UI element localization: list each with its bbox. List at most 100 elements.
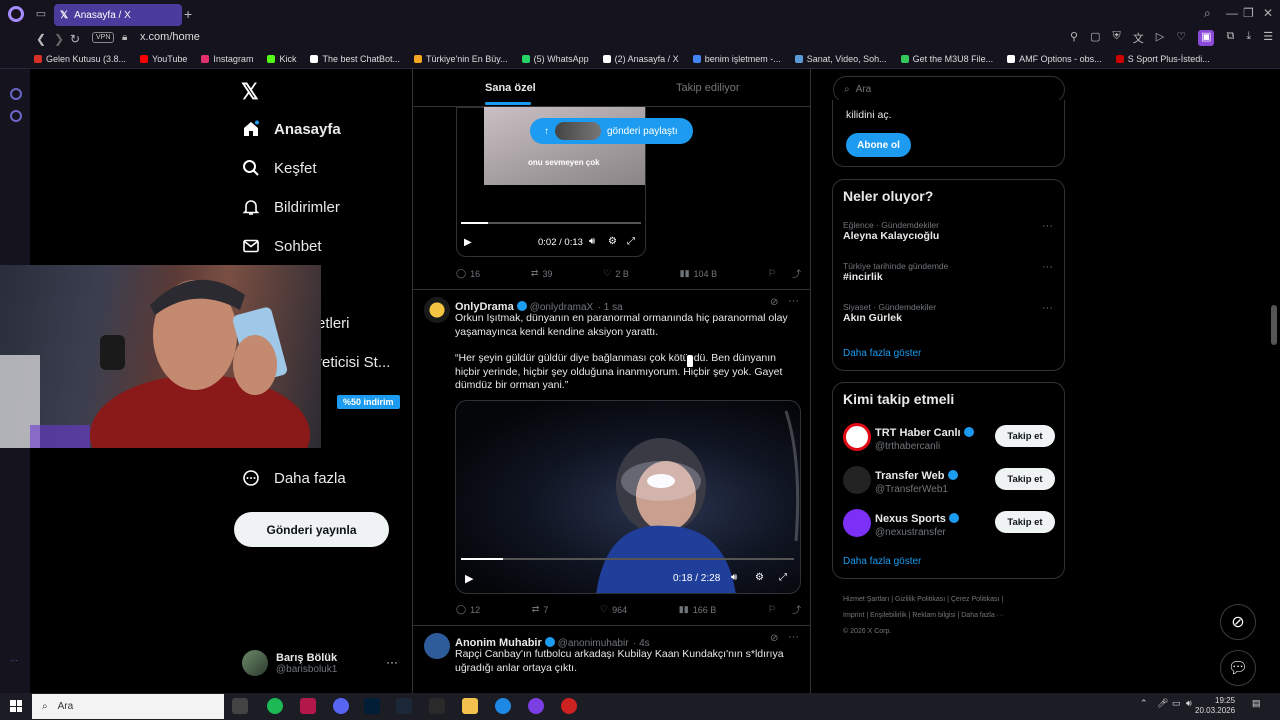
obs-icon[interactable] (528, 698, 544, 714)
windows-start-icon[interactable] (10, 700, 22, 712)
follow-button[interactable]: Takip et (995, 468, 1055, 490)
tab-for-you[interactable]: Sana özel (485, 82, 536, 94)
taskbar-search-input[interactable]: Ara (58, 701, 74, 712)
subscribe-button[interactable]: Abone ol (846, 133, 911, 157)
edge-icon[interactable] (495, 698, 511, 714)
bookmark-button[interactable]: ⚐ ⤴ (768, 267, 801, 280)
play-icon[interactable]: ▷ (1156, 30, 1164, 46)
photoshop-icon[interactable] (364, 698, 380, 714)
nav-notifications[interactable]: Bildirimler (242, 198, 340, 216)
post3-avatar[interactable] (424, 633, 450, 659)
fullscreen-icon[interactable]: ⤢ (779, 572, 787, 583)
extension-active-icon[interactable]: ▣ (1198, 30, 1215, 46)
follow-button[interactable]: Takip et (995, 425, 1055, 447)
suggestion-avatar[interactable] (843, 466, 871, 494)
notifications-icon[interactable]: ▤ (1252, 698, 1261, 709)
play-icon[interactable]: ▶ (465, 572, 473, 585)
follow-button[interactable]: Takip et (995, 511, 1055, 533)
download-icon[interactable]: ⤓ (1246, 30, 1251, 46)
bookmark[interactable]: Get the M3U8 File... (900, 54, 993, 64)
taskbar-clock[interactable]: 19:25 20.03.2026 (1195, 696, 1235, 716)
new-tab-button[interactable]: + (184, 6, 192, 22)
bookmark[interactable]: (5) WhatsApp (521, 54, 589, 64)
spotify-icon[interactable] (267, 698, 283, 714)
trend-more-icon[interactable]: ··· (1042, 302, 1053, 314)
reload-icon[interactable]: ↻ (70, 32, 80, 46)
post-button[interactable]: Gönderi yayınla (234, 512, 389, 547)
snapshot-icon[interactable]: ▢ (1090, 30, 1100, 46)
steam-icon[interactable] (396, 698, 412, 714)
play-icon[interactable]: ▶ (464, 237, 472, 248)
post2-video-scrubber[interactable] (461, 558, 794, 560)
post3-more-icon[interactable]: ··· (788, 631, 799, 643)
file-explorer-icon[interactable] (462, 698, 478, 714)
trend-item[interactable]: Türkiye tarihinde gündemde #incirlik (843, 261, 948, 283)
repost-button[interactable]: ⇄ 7 (532, 603, 549, 616)
like-button[interactable]: ♡ 964 (600, 603, 627, 616)
nav-creator-partial[interactable]: reticisi St... (317, 354, 390, 371)
follow-show-more[interactable]: Daha fazla göster (843, 556, 921, 567)
bookmark[interactable]: (2) Anasayfa / X (602, 54, 679, 64)
opera-icon[interactable] (561, 698, 577, 714)
epic-games-icon[interactable] (429, 698, 445, 714)
bookmark[interactable]: Türkiye'nin En Büy... (414, 54, 508, 64)
bookmark[interactable]: AMF Options - obs... (1007, 54, 1102, 64)
nav-messages[interactable]: Sohbet (242, 237, 322, 255)
settings-icon[interactable]: ⚙ (755, 572, 764, 583)
tab-switcher-icon[interactable]: ▭ (34, 7, 48, 21)
post1-video-scrubber[interactable] (461, 222, 641, 224)
taskbar-search[interactable]: ⌕ Ara (32, 694, 224, 719)
account-switcher[interactable]: Barış Bölük @barisboluk1 (242, 650, 337, 676)
search-tabs-icon[interactable]: ⌕ (1204, 6, 1211, 21)
nav-explore[interactable]: Keşfet (242, 159, 317, 177)
new-posts-pill[interactable]: ↑ gönderi paylaştı (530, 118, 693, 144)
trends-show-more[interactable]: Daha fazla göster (843, 348, 921, 359)
footer-line[interactable]: Hizmet Şartları | Gizlilik Politikası | … (843, 592, 1063, 608)
views-button[interactable]: ▮▮ 104 B (680, 267, 717, 280)
account-menu-icon[interactable]: ··· (386, 655, 398, 669)
volume-icon[interactable]: 🔊︎ (731, 572, 737, 583)
task-view-icon[interactable] (232, 698, 248, 714)
pin-icon[interactable]: ⚲ (1070, 30, 1078, 46)
search-input[interactable]: Ara (856, 84, 872, 95)
suggestion-item[interactable]: Nexus Sports @nexustransfer (875, 509, 962, 538)
post2-more-icon[interactable]: ··· (788, 295, 799, 307)
nav-bookmarks-partial[interactable]: etleri (317, 315, 350, 332)
settings-icon[interactable]: ⚙ (608, 236, 617, 247)
sidebar-settings-icon[interactable] (10, 110, 22, 122)
tray-chevron-icon[interactable]: ⌃ (1140, 698, 1148, 709)
puzzle-icon[interactable]: ⧉ (1226, 30, 1234, 46)
share-icon[interactable]: ⤴ (792, 267, 801, 280)
trend-more-icon[interactable]: ··· (1042, 220, 1053, 232)
minimize-button[interactable]: — (1226, 6, 1238, 20)
sidebar-history-icon[interactable] (10, 88, 22, 100)
grok-icon[interactable]: ⊘ (770, 297, 778, 308)
menu-icon[interactable]: ☰ (1263, 30, 1273, 46)
sidebar-more-icon[interactable]: ··· (10, 656, 18, 665)
shield-icon[interactable]: ⛨ (1112, 30, 1120, 46)
like-button[interactable]: ♡ 2 B (603, 267, 629, 280)
post2-avatar[interactable] (424, 297, 450, 323)
bookmark[interactable]: Kick (267, 54, 296, 64)
nav-home[interactable]: Anasayfa (242, 120, 341, 138)
bookmark[interactable]: Instagram (201, 54, 253, 64)
trend-item[interactable]: Siyaset · Gündemdekiler Akın Gürlek (843, 302, 936, 324)
tab-following[interactable]: Takip ediliyor (676, 82, 740, 94)
volume-icon[interactable]: 🔊︎ (1186, 698, 1192, 709)
page-scrollbar[interactable] (1271, 305, 1277, 345)
share-icon[interactable]: ⤴ (792, 603, 801, 616)
volume-icon[interactable]: 🔊︎ (589, 236, 595, 247)
messages-fab-icon[interactable]: 💬︎ (1220, 650, 1256, 686)
suggestion-avatar[interactable] (843, 509, 871, 537)
repost-button[interactable]: ⇄ 39 (531, 267, 553, 280)
views-button[interactable]: ▮▮ 166 B (679, 603, 716, 616)
post2-video[interactable] (455, 400, 801, 594)
search-box[interactable]: ⌕ Ara (833, 76, 1065, 103)
bookmark[interactable]: Gelen Kutusu (3.8... (34, 54, 126, 64)
grok-icon[interactable]: ⊘ (770, 633, 778, 644)
browser-tab-active[interactable]: 𝕏 Anasayfa / X (54, 4, 182, 26)
opera-logo-icon[interactable] (8, 6, 24, 22)
bookmark-button[interactable]: ⚐ ⤴ (768, 603, 801, 616)
grok-fab-icon[interactable]: ⊘ (1220, 604, 1256, 640)
heart-icon[interactable]: ♡ (1176, 30, 1186, 46)
